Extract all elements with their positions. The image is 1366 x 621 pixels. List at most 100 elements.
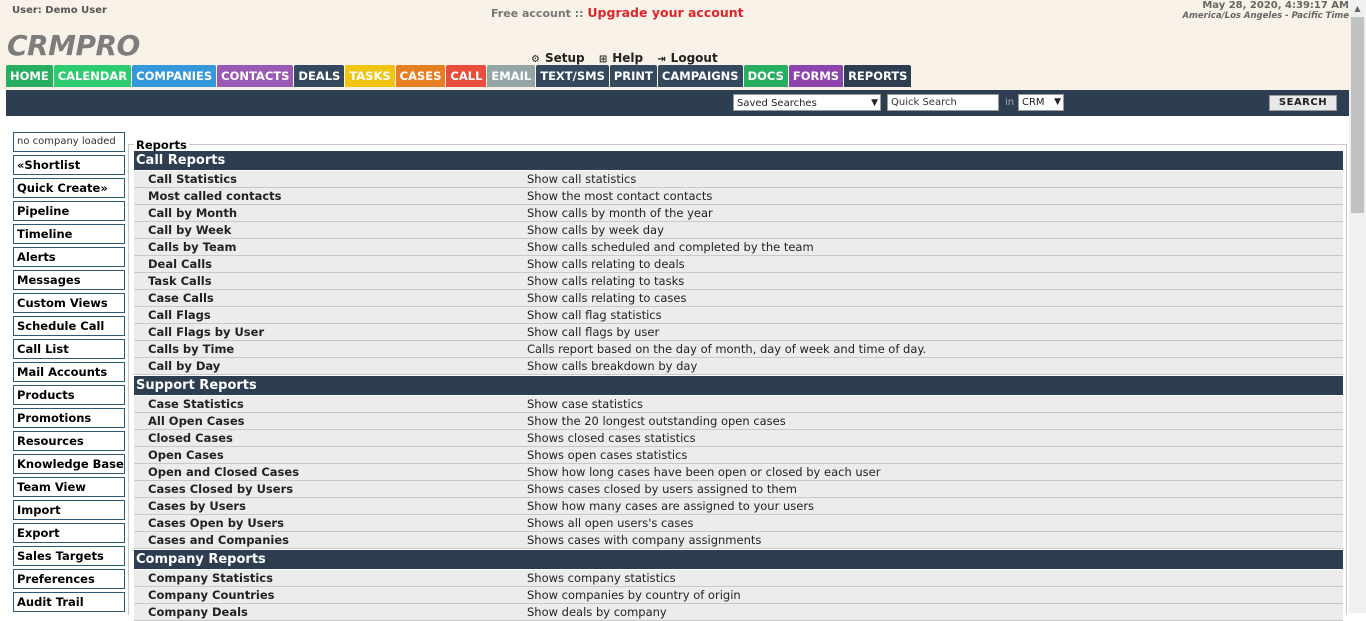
- report-name-link[interactable]: Closed Cases: [148, 431, 233, 445]
- report-name-link[interactable]: Call by Month: [148, 206, 237, 220]
- report-row[interactable]: Company Statistics Shows company statisti…: [134, 570, 1343, 587]
- report-name-link[interactable]: Company Deals: [148, 605, 248, 619]
- report-name-link[interactable]: Cases Closed by Users: [148, 482, 293, 496]
- report-row[interactable]: Case Calls Show calls relating to cases: [134, 290, 1343, 307]
- nav-tab-forms[interactable]: FORMS: [788, 65, 844, 87]
- sidebar-item-promotions[interactable]: Promotions: [13, 408, 125, 428]
- report-row[interactable]: Call Statistics Show call statistics: [134, 171, 1343, 188]
- scroll-thumb[interactable]: [1351, 17, 1364, 213]
- report-row[interactable]: Cases and Companies Shows cases with comp…: [134, 532, 1343, 549]
- nav-tab-tasks[interactable]: TASKS: [345, 65, 395, 87]
- report-name-link[interactable]: Cases and Companies: [148, 533, 289, 547]
- report-row[interactable]: Call Flags by User Show call flags by use…: [134, 324, 1343, 341]
- report-row[interactable]: Cases by Users Show how many cases are as…: [134, 498, 1343, 515]
- nav-tab-text-sms[interactable]: TEXT/SMS: [536, 65, 609, 87]
- report-name-link[interactable]: Case Statistics: [148, 397, 244, 411]
- report-name-link[interactable]: Call Flags: [148, 308, 211, 322]
- sidebar-item-knowledge-base[interactable]: Knowledge Base: [13, 454, 125, 474]
- report-row[interactable]: Most called contacts Show the most contac…: [134, 188, 1343, 205]
- report-name-link[interactable]: Company Countries: [148, 588, 274, 602]
- search-scope-select[interactable]: CRM ▼: [1018, 94, 1064, 111]
- sidebar-item-call-list[interactable]: Call List: [13, 339, 125, 359]
- setup-link[interactable]: ⚙ Setup: [531, 51, 585, 65]
- sidebar-item-custom-views[interactable]: Custom Views: [13, 293, 125, 313]
- nav-tab-reports[interactable]: REPORTS: [844, 65, 912, 87]
- sidebar-item-shortlist[interactable]: «Shortlist: [13, 155, 125, 175]
- nav-tab-email[interactable]: EMAIL: [487, 65, 536, 87]
- report-name-link[interactable]: Cases Open by Users: [148, 516, 284, 530]
- report-row[interactable]: Call by Day Show calls breakdown by day: [134, 358, 1343, 375]
- report-name-link[interactable]: Case Calls: [148, 291, 214, 305]
- report-name-link[interactable]: Most called contacts: [148, 189, 282, 203]
- report-description: Shows open cases statistics: [527, 448, 688, 462]
- sidebar-item-export[interactable]: Export: [13, 523, 125, 543]
- report-name-link[interactable]: Call Flags by User: [148, 325, 264, 339]
- help-link[interactable]: ⊞ Help: [599, 51, 643, 65]
- report-row[interactable]: All Open Cases Show the 20 longest outsta…: [134, 413, 1343, 430]
- in-label: in: [1005, 97, 1015, 108]
- report-name-link[interactable]: Call Statistics: [148, 172, 237, 186]
- nav-tab-docs[interactable]: DOCS: [743, 65, 788, 87]
- quick-search-input[interactable]: Quick Search: [887, 94, 999, 111]
- sidebar-item-team-view[interactable]: Team View: [13, 477, 125, 497]
- sidebar-item-schedule-call[interactable]: Schedule Call: [13, 316, 125, 336]
- sidebar-item-preferences[interactable]: Preferences: [13, 569, 125, 589]
- report-name-link[interactable]: Company Statistics: [148, 571, 273, 585]
- sidebar-item-messages[interactable]: Messages: [13, 270, 125, 290]
- report-row[interactable]: Calls by Time Calls report based on the d…: [134, 341, 1343, 358]
- report-name-link[interactable]: Task Calls: [148, 274, 212, 288]
- reports-fieldset: Reports Call Reports Call Statistics Show …: [128, 138, 1347, 621]
- report-name-link[interactable]: Open Cases: [148, 448, 224, 462]
- report-row[interactable]: Cases Closed by Users Shows cases closed …: [134, 481, 1343, 498]
- report-row[interactable]: Company Countries Show companies by count…: [134, 587, 1343, 604]
- sidebar-item-mail-accounts[interactable]: Mail Accounts: [13, 362, 125, 382]
- report-row[interactable]: Deal Calls Show calls relating to deals: [134, 256, 1343, 273]
- nav-tab-home[interactable]: HOME: [6, 65, 53, 87]
- report-name-link[interactable]: Cases by Users: [148, 499, 246, 513]
- logout-link[interactable]: ⇥ Logout: [657, 51, 717, 65]
- nav-tab-print[interactable]: PRINT: [609, 65, 657, 87]
- report-row[interactable]: Task Calls Show calls relating to tasks: [134, 273, 1343, 290]
- saved-searches-select[interactable]: Saved Searches ▼: [733, 94, 881, 111]
- sidebar-item-import[interactable]: Import: [13, 500, 125, 520]
- report-name-link[interactable]: Calls by Team: [148, 240, 237, 254]
- sidebar-item-products[interactable]: Products: [13, 385, 125, 405]
- report-row[interactable]: Call by Month Show calls by month of the …: [134, 205, 1343, 222]
- report-row[interactable]: Calls by Team Show calls scheduled and co…: [134, 239, 1343, 256]
- report-name-link[interactable]: Call by Week: [148, 223, 231, 237]
- nav-tab-companies[interactable]: COMPANIES: [132, 65, 217, 87]
- nav-tab-deals[interactable]: DEALS: [294, 65, 345, 87]
- sidebar-item-timeline[interactable]: Timeline: [13, 224, 125, 244]
- search-button[interactable]: SEARCH: [1269, 95, 1337, 111]
- report-row[interactable]: Case Statistics Show case statistics: [134, 396, 1343, 413]
- sidebar-item-audit-trail[interactable]: Audit Trail: [13, 592, 125, 612]
- report-name-link[interactable]: Calls by Time: [148, 342, 234, 356]
- report-row[interactable]: Cases Open by Users Shows all open users'…: [134, 515, 1343, 532]
- sidebar-item-alerts[interactable]: Alerts: [13, 247, 125, 267]
- report-row[interactable]: Call by Week Show calls by week day: [134, 222, 1343, 239]
- report-name-link[interactable]: All Open Cases: [148, 414, 244, 428]
- page-scrollbar[interactable]: ▲: [1349, 0, 1366, 613]
- scroll-up-arrow-icon[interactable]: ▲: [1349, 0, 1366, 17]
- report-name-link[interactable]: Call by Day: [148, 359, 220, 373]
- sidebar-item-pipeline[interactable]: Pipeline: [13, 201, 125, 221]
- nav-tab-contacts[interactable]: CONTACTS: [217, 65, 294, 87]
- nav-tab-cases[interactable]: CASES: [395, 65, 446, 87]
- upgrade-link[interactable]: Upgrade your account: [587, 5, 743, 20]
- report-row[interactable]: Call Flags Show call flag statistics: [134, 307, 1343, 324]
- logo: CRMPRO: [7, 29, 140, 62]
- report-name-link[interactable]: Open and Closed Cases: [148, 465, 299, 479]
- report-row[interactable]: Open and Closed Cases Show how long cases…: [134, 464, 1343, 481]
- sidebar-item-sales-targets[interactable]: Sales Targets: [13, 546, 125, 566]
- report-row[interactable]: Open Cases Shows open cases statistics: [134, 447, 1343, 464]
- report-description: Show how long cases have been open or cl…: [527, 465, 881, 479]
- nav-tab-campaigns[interactable]: CAMPAIGNS: [657, 65, 743, 87]
- nav-tab-calendar[interactable]: CALENDAR: [53, 65, 132, 87]
- sidebar-item-quick-create[interactable]: Quick Create»: [13, 178, 125, 198]
- sidebar-item-resources[interactable]: Resources: [13, 431, 125, 451]
- reports-legend: Reports: [134, 138, 189, 152]
- nav-tab-call[interactable]: CALL: [446, 65, 487, 87]
- report-row[interactable]: Closed Cases Shows closed cases statistic…: [134, 430, 1343, 447]
- report-description: Shows all open users's cases: [527, 516, 694, 530]
- report-name-link[interactable]: Deal Calls: [148, 257, 212, 271]
